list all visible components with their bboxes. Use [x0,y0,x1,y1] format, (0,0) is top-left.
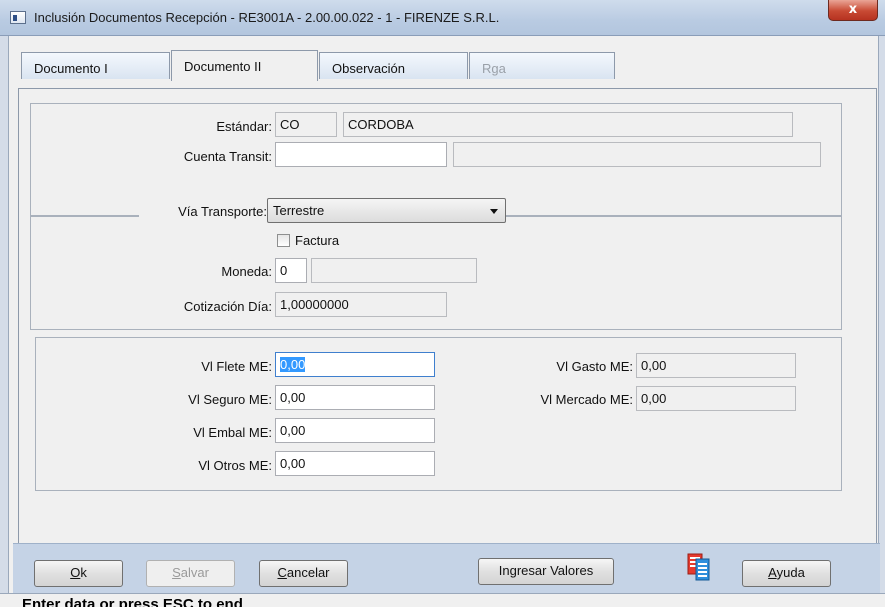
estandar-label: Estándar: [216,119,272,134]
tab-rga[interactable]: Rga [469,52,615,79]
vl-flete-me-value: 0,00 [280,357,306,372]
via-transporte-select[interactable]: Terrestre [267,198,506,223]
status-text: Enter data or press ESC to end [22,596,243,607]
app-window-icon [10,11,26,24]
chevron-down-icon [490,209,498,214]
vl-flete-me-label: Vl Flete ME: [201,359,272,374]
cancelar-button[interactable]: Cancelar [259,560,348,587]
vl-otros-me-label: Vl Otros ME: [198,458,272,473]
vl-flete-me-field[interactable]: 0,00 [275,352,435,377]
cuenta-transit-field[interactable] [275,142,447,167]
vl-gasto-me-label: Vl Gasto ME: [556,359,633,374]
cotizacion-dia-label: Cotización Día: [183,299,272,314]
factura-checkbox[interactable] [277,234,290,247]
cotizacion-dia-field[interactable]: 1,00000000 [275,292,447,317]
window-title: Inclusión Documentos Recepción - RE3001A… [34,10,500,25]
via-transporte-value: Terrestre [273,203,325,218]
document-list-icon[interactable] [687,553,711,581]
close-button[interactable]: x [828,0,878,21]
via-transporte-label: Vía Transporte: [139,204,267,219]
moneda-label: Moneda: [221,264,272,279]
ayuda-button[interactable]: Ayuda [742,560,831,587]
vl-seguro-me-field[interactable]: 0,00 [275,385,435,410]
cuenta-transit-label: Cuenta Transit: [183,149,272,164]
vl-embal-me-label: Vl Embal ME: [193,425,272,440]
tab-observacion[interactable]: Observación [319,52,468,79]
moneda-field[interactable]: 0 [275,258,307,283]
vl-embal-me-field[interactable]: 0,00 [275,418,435,443]
vl-mercado-me-label: Vl Mercado ME: [540,392,633,407]
salvar-button[interactable]: Salvar [146,560,235,587]
tab-panel-documento-ii: Estándar: CO CORDOBA Cuenta Transit: Vía… [18,88,877,547]
button-bar: Ok Salvar Cancelar Ingresar Valores Ayud… [13,543,880,593]
estandar-code-field[interactable]: CO [275,112,337,137]
title-bar: Inclusión Documentos Recepción - RE3001A… [0,0,885,36]
tab-documento-ii[interactable]: Documento II [171,50,318,81]
estandar-name-field: CORDOBA [343,112,793,137]
vl-otros-me-field[interactable]: 0,00 [275,451,435,476]
cuenta-transit-desc-field [453,142,821,167]
vl-mercado-me-field[interactable]: 0,00 [636,386,796,411]
ingresar-valores-button[interactable]: Ingresar Valores [478,558,614,585]
moneda-desc-field [311,258,477,283]
vl-gasto-me-field[interactable]: 0,00 [636,353,796,378]
dialog-client-area: Documento I Documento II Observación Rga… [8,36,880,607]
tab-documento-i[interactable]: Documento I [21,52,170,79]
ok-button[interactable]: Ok [34,560,123,587]
factura-label: Factura [295,233,340,248]
vl-seguro-me-label: Vl Seguro ME: [188,392,272,407]
status-bar: Enter data or press ESC to end [0,593,885,607]
